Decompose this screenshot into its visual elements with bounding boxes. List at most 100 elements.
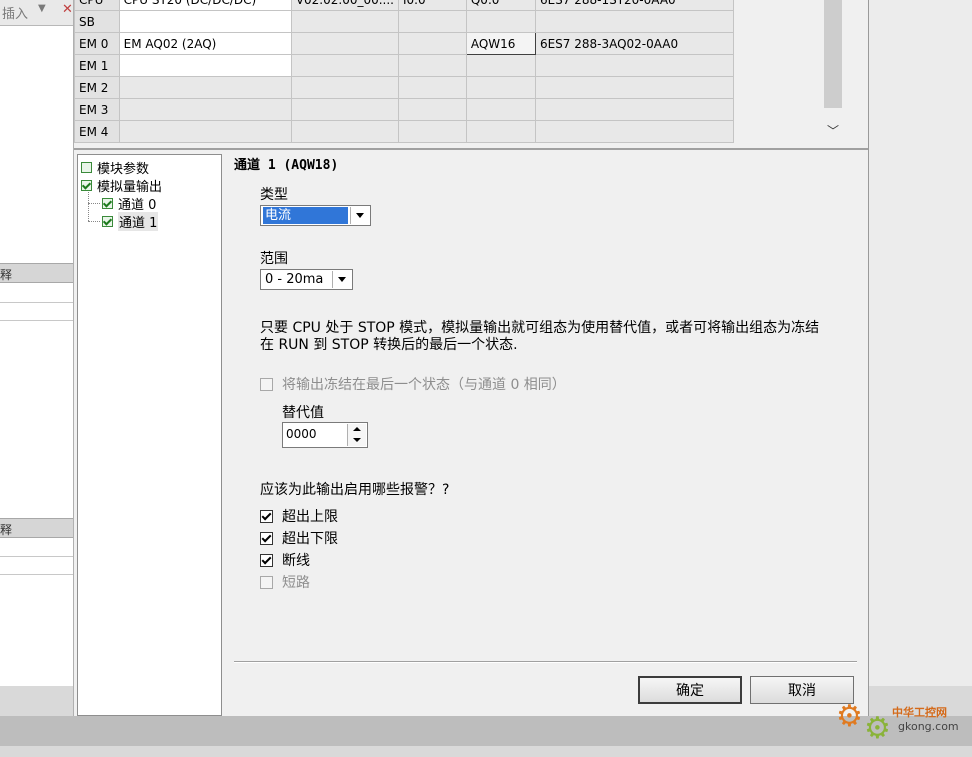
close-icon[interactable]: ✕ (62, 2, 73, 17)
table-row[interactable]: EM 4 (74, 120, 735, 143)
table-cell-output[interactable]: AQW16 (465, 32, 536, 55)
table-cell-order[interactable] (534, 54, 735, 77)
table-row[interactable]: EM 3 (74, 98, 735, 121)
table-cell-order[interactable] (534, 120, 735, 143)
table-cell-order[interactable] (534, 98, 735, 121)
tree-item-label: 通道 0 (118, 198, 157, 213)
table-cell-name[interactable] (118, 10, 292, 33)
divider (234, 661, 857, 663)
table-cell-slot[interactable]: EM 2 (74, 76, 120, 99)
table-cell-slot[interactable]: EM 4 (74, 120, 120, 143)
substitute-value-input[interactable]: 0000 (286, 427, 317, 441)
table-cell-version[interactable]: V02.02.00_00.... (290, 0, 400, 11)
watermark-text: 中华工控网 (892, 706, 947, 719)
alarm-lower-limit-checkbox[interactable]: 超出下限 (260, 528, 338, 548)
table-row[interactable]: EM 0 EM AQ02 (2AQ) AQW16 6ES7 288-3AQ02-0AA… (74, 32, 735, 55)
alarm-short-circuit-checkbox[interactable]: 短路 (260, 572, 310, 592)
stop-mode-description: 只要 CPU 处于 STOP 模式，模拟量输出就可组态为使用替代值，或者可将输出… (260, 320, 820, 353)
table-cell-name[interactable]: CPU ST20 (DC/DC/DC) (118, 0, 292, 11)
tree-item-channel-1[interactable]: 通道 1 (102, 212, 159, 231)
table-cell-input[interactable] (398, 10, 467, 33)
alarms-heading: 应该为此输出启用哪些报警？? (260, 482, 450, 498)
type-select-value: 电流 (263, 207, 348, 224)
tree-item-analog-output[interactable]: 模拟量输出 (81, 176, 162, 195)
spin-down-icon[interactable] (347, 435, 366, 446)
tree-item-module-params[interactable]: 模块参数 (81, 158, 149, 177)
table-cell-slot[interactable]: EM 1 (74, 54, 120, 77)
chevron-down-icon[interactable] (350, 207, 369, 224)
table-cell-order[interactable] (534, 76, 735, 99)
ok-button[interactable]: 确定 (638, 676, 742, 704)
table-cell-input[interactable] (398, 120, 467, 143)
table-cell-name[interactable] (118, 98, 292, 121)
table-cell-output[interactable]: Q0.0 (465, 0, 536, 11)
substitute-value-stepper[interactable]: 0000 (282, 422, 368, 448)
alarm-label: 短路 (282, 575, 310, 591)
table-cell-input[interactable] (398, 98, 467, 121)
table-cell-order[interactable]: 6ES7 288-3AQ02-0AA0 (534, 32, 735, 55)
table-row[interactable]: CPUCPU ST20 (DC/DC/DC)V02.02.00_00....I0… (74, 0, 735, 11)
chevron-down-icon[interactable]: ﹀ (827, 122, 839, 139)
table-cell-slot[interactable]: EM 0 (74, 32, 120, 55)
range-select-value: 0 - 20ma (265, 272, 324, 287)
table-cell-version[interactable] (290, 32, 400, 55)
range-select[interactable]: 0 - 20ma (260, 269, 353, 290)
settings-tree: 模块参数 模拟量输出 通道 0 通道 1 (77, 154, 222, 716)
panel-title: 通道 1 (AQW18) (234, 158, 339, 173)
table-cell-slot[interactable]: EM 3 (74, 98, 120, 121)
table-cell-version[interactable] (290, 76, 400, 99)
checkbox-box[interactable] (260, 575, 273, 589)
table-cell-output[interactable] (465, 10, 536, 33)
table-cell-input[interactable] (398, 54, 467, 77)
divider (0, 556, 74, 557)
table-cell-name[interactable] (118, 120, 292, 143)
table-cell-name[interactable] (118, 76, 292, 99)
chevron-down-icon[interactable]: ▼ (38, 3, 46, 14)
checkbox-box[interactable] (260, 531, 273, 545)
gear-icon: ⚙ (836, 699, 863, 734)
table-cell-version[interactable] (290, 54, 400, 77)
table-cell-order[interactable]: 6ES7 288-1ST20-0AA0 (534, 0, 735, 11)
table-cell-version[interactable] (290, 10, 400, 33)
tree-checkbox-icon (102, 198, 113, 209)
table-cell-output[interactable] (465, 54, 536, 77)
scrollbar-thumb[interactable] (824, 0, 842, 108)
background-panel-header: 释 (0, 518, 74, 538)
table-cell-input[interactable] (398, 32, 467, 55)
table-cell-order[interactable] (534, 10, 735, 33)
table-cell-input[interactable] (398, 76, 467, 99)
table-row[interactable]: SB (74, 10, 735, 33)
background-panel-header-label: 释 (0, 268, 13, 282)
table-cell-output[interactable] (465, 120, 536, 143)
table-cell-slot[interactable]: SB (74, 10, 120, 33)
table-cell-slot[interactable]: CPU (74, 0, 120, 11)
tree-item-label: 模拟量输出 (97, 180, 163, 195)
table-cell-input[interactable]: I0.0 (398, 0, 467, 11)
tree-item-label: 通道 1 (118, 212, 159, 231)
freeze-output-label: 将输出冻结在最后一个状态（与通道 0 相同） (282, 377, 566, 393)
freeze-output-checkbox[interactable]: 将输出冻结在最后一个状态（与通道 0 相同） (260, 374, 566, 394)
table-cell-name[interactable]: EM AQ02 (2AQ) (118, 32, 292, 55)
alarm-wire-break-checkbox[interactable]: 断线 (260, 550, 310, 570)
background-editor-area (0, 26, 74, 686)
type-label: 类型 (260, 187, 288, 203)
chevron-down-icon[interactable] (332, 271, 351, 288)
alarm-upper-limit-checkbox[interactable]: 超出上限 (260, 506, 338, 526)
type-select[interactable]: 电流 (260, 205, 371, 226)
pane-splitter[interactable] (74, 143, 868, 150)
background-toolbar: 插入 ▼ ✕ (0, 0, 74, 26)
checkbox-box[interactable] (260, 553, 273, 567)
tree-connector (88, 203, 100, 204)
table-cell-name[interactable] (118, 54, 292, 77)
table-cell-version[interactable] (290, 98, 400, 121)
checkbox-box[interactable] (260, 377, 273, 391)
grid-scrollbar[interactable]: ﹀ (822, 0, 844, 143)
table-cell-output[interactable] (465, 98, 536, 121)
table-cell-output[interactable] (465, 76, 536, 99)
table-row[interactable]: EM 2 (74, 76, 735, 99)
tree-item-channel-0[interactable]: 通道 0 (102, 194, 156, 213)
table-row[interactable]: EM 1 (74, 54, 735, 77)
insert-menu-label[interactable]: 插入 (2, 3, 28, 22)
table-cell-version[interactable] (290, 120, 400, 143)
checkbox-box[interactable] (260, 509, 273, 523)
